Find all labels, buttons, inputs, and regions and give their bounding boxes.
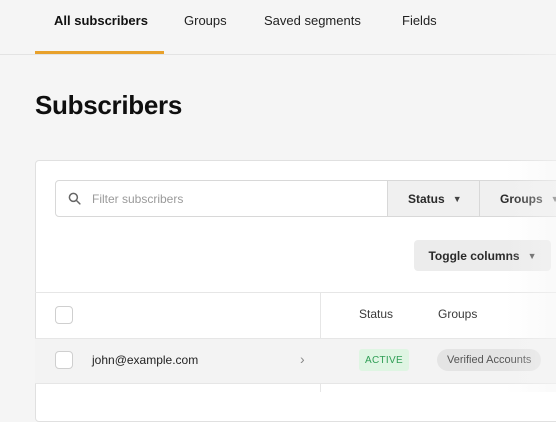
status-filter-button[interactable]: Status ▼ — [388, 180, 480, 217]
active-tab-indicator — [35, 51, 164, 54]
chevron-right-icon[interactable]: › — [300, 351, 305, 367]
status-badge: ACTIVE — [359, 349, 409, 371]
search-icon — [68, 192, 81, 205]
page-title: Subscribers — [35, 90, 182, 120]
tab-all-subscribers[interactable]: All subscribers — [54, 13, 148, 28]
row-bottom-border — [35, 383, 556, 384]
search-box[interactable] — [55, 180, 388, 217]
tab-saved-segments[interactable]: Saved segments — [264, 13, 361, 28]
table-header-top-border — [35, 292, 556, 293]
toggle-columns-label: Toggle columns — [428, 248, 520, 263]
caret-down-icon: ▼ — [527, 250, 537, 261]
row-checkbox[interactable] — [55, 351, 73, 369]
toggle-columns-button[interactable]: Toggle columns ▼ — [414, 240, 551, 271]
status-filter-label: Status — [408, 191, 445, 206]
groups-filter-label: Groups — [500, 191, 543, 206]
caret-down-icon: ▼ — [452, 193, 462, 204]
groups-filter-button[interactable]: Groups ▼ — [480, 180, 556, 217]
column-header-status: Status — [359, 307, 394, 321]
tab-groups[interactable]: Groups — [184, 13, 227, 28]
filter-subscribers-input[interactable] — [92, 181, 372, 216]
column-header-groups: Groups — [438, 307, 478, 321]
tab-fields[interactable]: Fields — [402, 13, 437, 28]
subscriber-tabs: All subscribers Groups Saved segments Fi… — [0, 0, 556, 55]
select-all-checkbox[interactable] — [55, 306, 73, 324]
subscriber-email[interactable]: john@example.com — [92, 353, 198, 367]
group-badge: Verified Accounts — [437, 349, 542, 371]
caret-down-icon: ▼ — [550, 193, 556, 204]
